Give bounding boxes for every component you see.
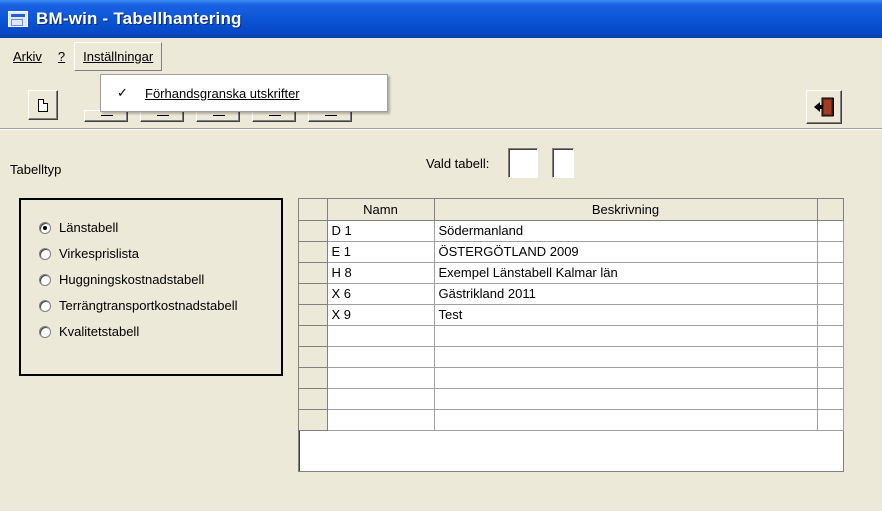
tabelltyp-label: Tabelltyp <box>10 162 62 177</box>
exit-door-icon <box>814 97 834 117</box>
dash-icon <box>101 115 113 116</box>
cell-namn[interactable] <box>327 346 435 368</box>
row-selector[interactable] <box>299 325 328 347</box>
cell-namn[interactable]: X 9 <box>327 304 435 326</box>
cell-filler <box>817 388 844 410</box>
cell-filler <box>817 220 844 242</box>
cell-beskrivning[interactable]: Södermanland <box>434 220 818 242</box>
row-selector[interactable] <box>299 220 328 242</box>
cell-beskrivning[interactable]: Exempel Länstabell Kalmar län <box>434 262 818 284</box>
new-document-icon <box>38 98 48 112</box>
exit-button[interactable] <box>806 90 842 124</box>
cell-namn[interactable]: X 6 <box>327 283 435 305</box>
dash-icon <box>269 115 281 116</box>
radio-terrangtransportkostnadstabell[interactable]: Terrängtransportkostnadstabell <box>39 298 238 313</box>
table-row[interactable] <box>299 325 844 347</box>
radio-button[interactable] <box>39 299 51 312</box>
table-row[interactable]: X 9 Test <box>299 304 844 326</box>
vald-tabell-field-1 <box>508 148 538 178</box>
table-row[interactable]: E 1 ÖSTERGÖTLAND 2009 <box>299 241 844 263</box>
column-header-filler <box>817 199 844 221</box>
column-header-namn[interactable]: Namn <box>327 199 435 221</box>
row-selector[interactable] <box>299 304 328 326</box>
radio-label: Kvalitetstabell <box>59 324 140 339</box>
window-title: BM-win - Tabellhantering <box>36 9 242 28</box>
cell-beskrivning[interactable] <box>434 346 818 368</box>
row-selector[interactable] <box>299 346 328 368</box>
radio-huggningskostnadstabell[interactable]: Huggningskostnadstabell <box>39 272 204 287</box>
toolbar-separator <box>0 128 882 130</box>
menu-item-forhandsgranska[interactable]: ✓ Förhandsgranska utskrifter <box>103 77 385 109</box>
cell-filler <box>817 346 844 368</box>
table-row[interactable]: D 1 Södermanland <box>299 220 844 242</box>
cell-namn[interactable] <box>327 409 435 431</box>
row-selector[interactable] <box>299 241 328 263</box>
radio-kvalitetstabell[interactable]: Kvalitetstabell <box>39 324 139 339</box>
row-selector[interactable] <box>299 388 328 410</box>
table-row[interactable] <box>299 388 844 410</box>
menu-item-label: Förhandsgranska utskrifter <box>145 85 300 101</box>
cell-filler <box>817 325 844 347</box>
cell-beskrivning[interactable] <box>434 409 818 431</box>
cell-filler <box>817 241 844 263</box>
tabell-grid[interactable]: Namn Beskrivning D 1 Södermanland E 1 ÖSTE… <box>298 198 844 472</box>
cell-namn[interactable]: D 1 <box>327 220 435 242</box>
new-button[interactable] <box>28 90 58 120</box>
radio-label: Virkesprislista <box>59 246 139 261</box>
radio-button-selected[interactable] <box>39 221 51 234</box>
menu-installningar[interactable]: Inställningar <box>74 41 163 71</box>
dash-icon <box>157 115 169 116</box>
radio-label: Huggningskostnadstabell <box>59 272 205 287</box>
cell-namn[interactable] <box>327 367 435 389</box>
cell-beskrivning[interactable] <box>434 367 818 389</box>
cell-namn[interactable] <box>327 388 435 410</box>
title-bar[interactable]: BM-win - Tabellhantering <box>0 0 882 38</box>
radio-button[interactable] <box>39 325 51 338</box>
checkmark-icon: ✓ <box>117 85 128 100</box>
radio-button[interactable] <box>39 247 51 260</box>
menu-arkiv[interactable]: Arkiv <box>6 46 49 67</box>
radio-label: Terrängtransportkostnadstabell <box>59 298 238 313</box>
cell-namn[interactable]: E 1 <box>327 241 435 263</box>
cell-beskrivning[interactable] <box>434 388 818 410</box>
cell-beskrivning[interactable]: Gästrikland 2011 <box>434 283 818 305</box>
cell-filler <box>817 262 844 284</box>
row-selector[interactable] <box>299 262 328 284</box>
grid-header-row: Namn Beskrivning <box>299 199 844 221</box>
radio-button[interactable] <box>39 273 51 286</box>
vald-tabell-label: Vald tabell: <box>426 156 490 171</box>
cell-beskrivning[interactable]: ÖSTERGÖTLAND 2009 <box>434 241 818 263</box>
radio-label: Länstabell <box>59 220 119 235</box>
cell-beskrivning[interactable] <box>434 325 818 347</box>
cell-namn[interactable] <box>327 325 435 347</box>
grid-corner-cell[interactable] <box>299 199 328 221</box>
cell-filler <box>817 283 844 305</box>
vald-tabell-field-2 <box>552 148 574 178</box>
table-row[interactable]: H 8 Exempel Länstabell Kalmar län <box>299 262 844 284</box>
cell-beskrivning[interactable]: Test <box>434 304 818 326</box>
grid-table: Namn Beskrivning D 1 Södermanland E 1 ÖSTE… <box>299 199 844 431</box>
table-row[interactable] <box>299 367 844 389</box>
menu-help[interactable]: ? <box>51 46 72 67</box>
cell-namn[interactable]: H 8 <box>327 262 435 284</box>
dash-icon <box>325 115 337 116</box>
cell-filler <box>817 409 844 431</box>
tabelltyp-radio-group: Länstabell Virkesprislista Huggningskost… <box>19 198 283 376</box>
table-row[interactable] <box>299 346 844 368</box>
installningar-dropdown: ✓ Förhandsgranska utskrifter <box>100 74 388 112</box>
app-icon <box>8 11 28 27</box>
row-selector[interactable] <box>299 283 328 305</box>
column-header-beskrivning[interactable]: Beskrivning <box>434 199 818 221</box>
radio-virkesprislista[interactable]: Virkesprislista <box>39 246 139 261</box>
cell-filler <box>817 367 844 389</box>
table-row[interactable] <box>299 409 844 431</box>
table-row[interactable]: X 6 Gästrikland 2011 <box>299 283 844 305</box>
menu-bar: Arkiv ? Inställningar <box>0 38 882 74</box>
dash-icon <box>213 115 225 116</box>
row-selector[interactable] <box>299 409 328 431</box>
cell-filler <box>817 304 844 326</box>
radio-lanstabell[interactable]: Länstabell <box>39 220 118 235</box>
row-selector[interactable] <box>299 367 328 389</box>
